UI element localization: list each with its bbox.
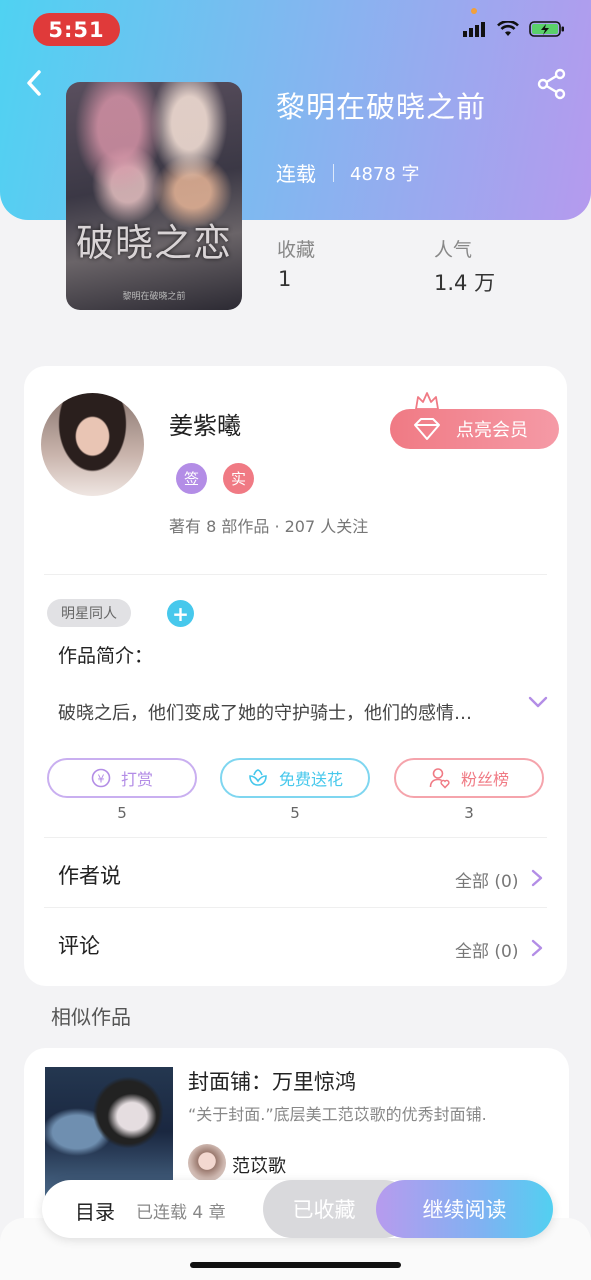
book-title: 黎明在破晓之前: [276, 90, 487, 124]
fans-rank-label: 粉丝榜: [460, 770, 509, 789]
author-name[interactable]: 姜紫曦: [169, 406, 241, 441]
meta-divider: [333, 163, 334, 182]
battery-icon: [529, 21, 564, 37]
divider: [44, 574, 547, 575]
tip-label: 打赏: [120, 770, 153, 789]
cover-small-text: 黎明在破晓之前: [122, 292, 186, 302]
tip-button[interactable]: ¥ 打赏: [47, 758, 197, 798]
send-flower-button[interactable]: 免费送花: [220, 758, 370, 798]
intro-text[interactable]: 破晓之后，他们变成了她的守护骑士，他们的感情…: [58, 699, 472, 725]
similar-author-avatar: [188, 1144, 226, 1182]
genre-tag[interactable]: 明星同人: [47, 599, 131, 627]
chapter-count[interactable]: 已连载 4 章: [136, 1198, 226, 1223]
author-says-all[interactable]: 全部 (0): [455, 867, 518, 892]
divider: [44, 907, 547, 908]
favorites-value: 1: [278, 267, 292, 291]
diamond-icon: [414, 418, 440, 440]
flower-count: 5: [290, 804, 300, 822]
privacy-indicator: [471, 8, 477, 14]
signed-badge: 签: [176, 463, 207, 494]
wifi-icon: [497, 21, 519, 36]
book-cover: 破晓之恋 黎明在破晓之前: [66, 82, 242, 310]
chevron-down-icon[interactable]: [527, 694, 549, 710]
word-count: 4878 字: [350, 163, 420, 185]
status-icons: [463, 20, 565, 38]
comments-label[interactable]: 评论: [58, 930, 100, 960]
author-info: 著有 8 部作品 · 207 人关注: [169, 517, 369, 536]
similar-section-title: 相似作品: [51, 1005, 131, 1029]
similar-author-name: 范苡歌: [232, 1156, 286, 1177]
book-status: 连载: [276, 162, 316, 186]
continue-reading-label: 继续阅读: [422, 1198, 507, 1222]
popularity-label: 人气: [434, 239, 473, 261]
flower-icon: [249, 769, 267, 786]
add-tag-button[interactable]: +: [167, 600, 194, 627]
favorites-label: 收藏: [277, 239, 316, 261]
similar-item-cover[interactable]: [45, 1067, 173, 1197]
share-button[interactable]: [536, 68, 568, 100]
signal-icon: [463, 22, 485, 37]
author-says-label[interactable]: 作者说: [58, 860, 121, 890]
home-indicator[interactable]: [190, 1262, 401, 1268]
svg-text:¥: ¥: [97, 773, 104, 786]
vip-button-label: 点亮会员: [456, 420, 528, 441]
user-heart-icon: [429, 768, 450, 789]
popularity-value: 1.4 万: [434, 271, 496, 295]
author-avatar[interactable]: [41, 393, 144, 496]
book-meta: 连载 4878 字: [276, 158, 420, 187]
similar-item-desc: “关于封面.”底层美工范苡歌的优秀封面铺.: [188, 1105, 487, 1124]
crown-icon: [415, 392, 439, 410]
status-time: 5:51: [33, 13, 120, 46]
send-flower-label: 免费送花: [278, 770, 343, 789]
comments-all[interactable]: 全部 (0): [455, 937, 518, 962]
toc-button[interactable]: 目录: [75, 1196, 115, 1225]
verified-badge: 实: [223, 463, 254, 494]
collected-label: 已收藏: [292, 1198, 356, 1222]
similar-item-title[interactable]: 封面铺：万里惊鸿: [188, 1066, 356, 1096]
divider: [44, 837, 547, 838]
tip-count: 5: [117, 804, 127, 822]
cover-title: 破晓之恋: [75, 221, 232, 265]
fans-rank-button[interactable]: 粉丝榜: [394, 758, 544, 798]
chevron-right-icon[interactable]: [530, 868, 544, 888]
intro-label: 作品简介：: [58, 645, 154, 667]
yen-coin-icon: ¥: [91, 768, 111, 788]
chevron-right-icon[interactable]: [530, 938, 544, 958]
vip-button[interactable]: 点亮会员: [390, 409, 559, 449]
continue-reading-button[interactable]: 继续阅读: [376, 1180, 553, 1238]
back-button[interactable]: [20, 66, 50, 100]
fans-count: 3: [464, 804, 474, 822]
